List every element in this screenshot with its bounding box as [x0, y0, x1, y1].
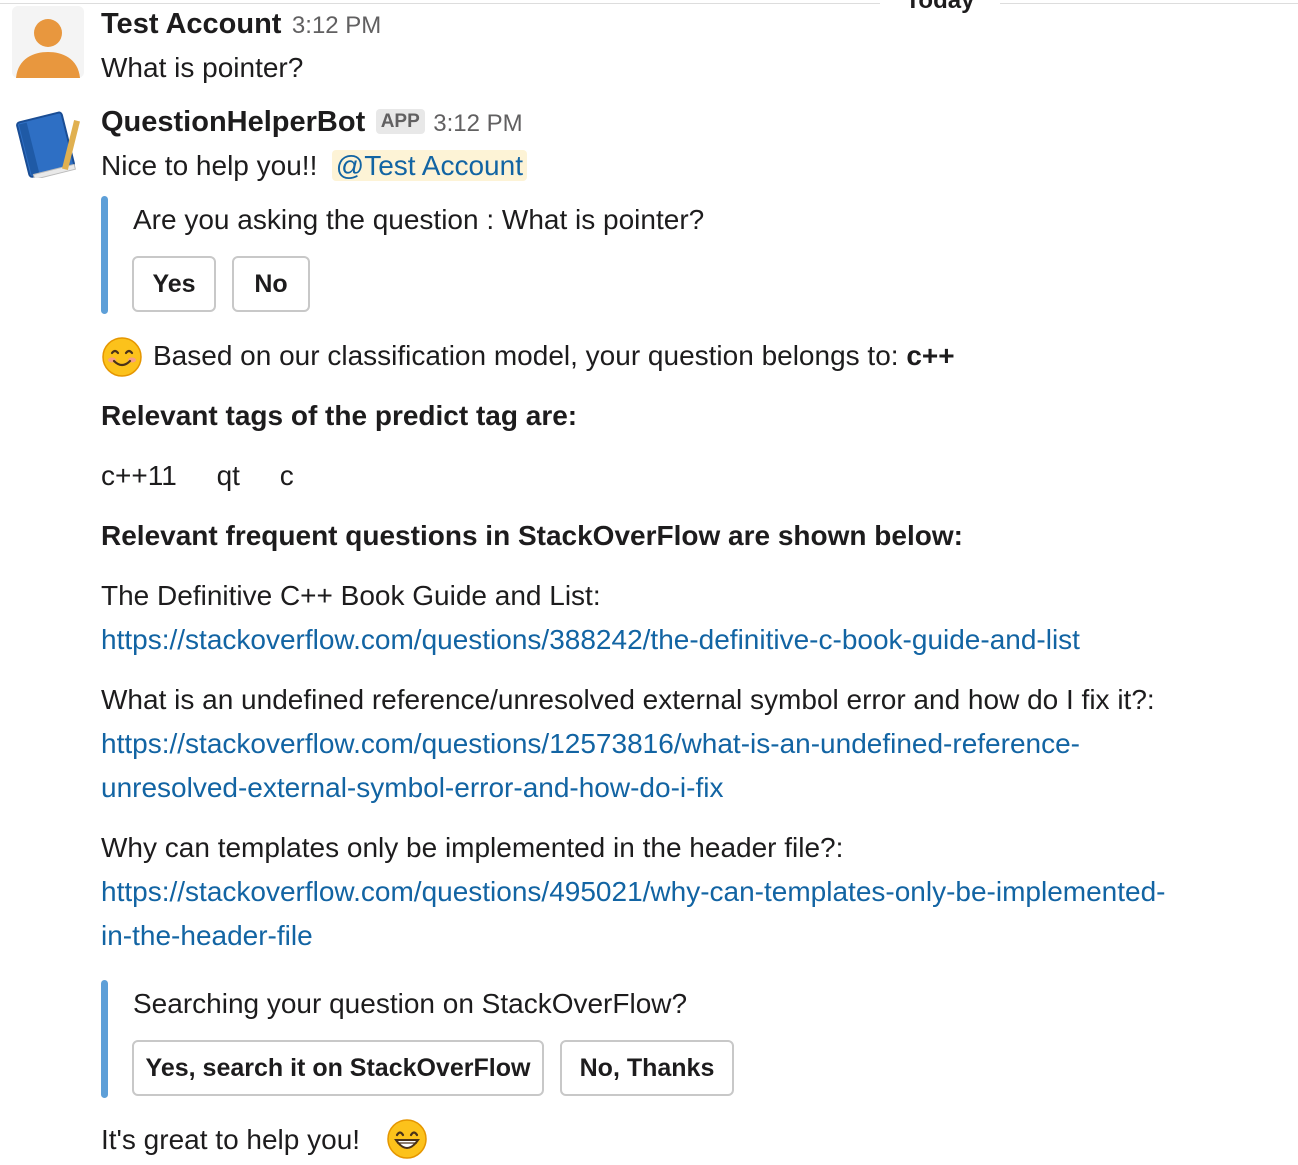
- day-divider-label: Today: [880, 0, 1000, 16]
- question-link[interactable]: https://stackoverflow.com/questions/3882…: [101, 618, 1080, 662]
- no-button[interactable]: No: [232, 256, 310, 312]
- day-divider-line: [0, 3, 1298, 4]
- bot-greeting-text: Nice to help you!!: [101, 150, 318, 181]
- tag-item: c: [279, 460, 294, 491]
- tag-item: c++11: [101, 460, 177, 491]
- confirm-question-text: Are you asking the question : What is po…: [133, 204, 705, 235]
- closing-text: It's great to help you!: [101, 1124, 361, 1155]
- question-title: The Definitive C++ Book Guide and List:: [101, 580, 601, 611]
- bot-author-name[interactable]: QuestionHelperBot: [101, 106, 365, 138]
- classification-line: Based on our classification model, your …: [153, 338, 955, 374]
- questions-heading: Relevant frequent questions in StackOver…: [101, 520, 963, 551]
- tag-item: qt: [216, 460, 240, 491]
- question-link-continued[interactable]: unresolved-external-symbol-error-and-how…: [101, 766, 723, 810]
- question-title: What is an undefined reference/unresolve…: [101, 684, 1155, 715]
- bot-message-time[interactable]: 3:12 PM: [433, 110, 522, 137]
- search-attachment-bar: [101, 980, 108, 1098]
- user-message-text: What is pointer?: [101, 52, 304, 83]
- search-stackoverflow-button[interactable]: Yes, search it on StackOverFlow: [132, 1040, 544, 1096]
- bot-message-header: QuestionHelperBot APP 3:12 PM: [101, 104, 523, 142]
- user-avatar-icon[interactable]: [12, 6, 84, 78]
- user-message-header: Test Account 3:12 PM: [101, 6, 381, 44]
- question-link-continued[interactable]: in-the-header-file: [101, 914, 313, 958]
- blue-book-icon[interactable]: [12, 106, 84, 180]
- tags-list: c++11 qt c: [101, 458, 326, 494]
- classification-tag: c++: [906, 340, 955, 371]
- bot-greeting-line: Nice to help you!! @Test Account: [101, 148, 527, 184]
- tags-heading: Relevant tags of the predict tag are:: [101, 400, 578, 431]
- question-link[interactable]: https://stackoverflow.com/questions/1257…: [101, 722, 1080, 766]
- question-link[interactable]: https://stackoverflow.com/questions/4950…: [101, 870, 1166, 914]
- smiling-face-emoji: [101, 336, 143, 383]
- no-thanks-button[interactable]: No, Thanks: [560, 1040, 734, 1096]
- confirm-attachment-bar: [101, 196, 108, 314]
- classification-text: Based on our classification model, your …: [153, 340, 899, 371]
- user-message-time[interactable]: 3:12 PM: [292, 12, 381, 39]
- yes-button[interactable]: Yes: [132, 256, 216, 312]
- search-prompt-text: Searching your question on StackOverFlow…: [133, 988, 688, 1019]
- question-title: Why can templates only be implemented in…: [101, 832, 844, 863]
- app-badge: APP: [375, 109, 425, 134]
- grinning-face-emoji: [386, 1118, 428, 1165]
- user-mention[interactable]: @Test Account: [331, 150, 527, 181]
- user-author-name[interactable]: Test Account: [101, 8, 281, 40]
